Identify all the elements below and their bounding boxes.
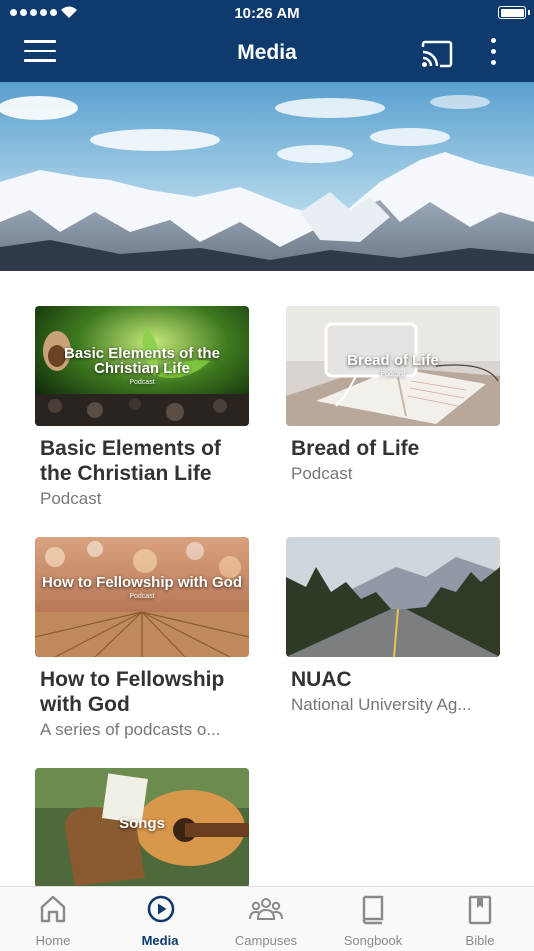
thumbnail-subtitle: Podcast <box>380 371 406 378</box>
media-card-title: Basic Elements of the Christian Life <box>40 437 221 485</box>
tab-songbook[interactable]: Songbook <box>320 887 426 951</box>
media-thumbnail: How to Fellowship with God Podcast <box>35 537 249 657</box>
media-card-subtitle: National University Ag... <box>291 695 472 714</box>
media-card-subtitle: Podcast <box>40 489 102 508</box>
media-thumbnail <box>286 537 500 657</box>
people-group-icon <box>249 898 283 920</box>
status-bar: 10:26 AM <box>0 0 534 28</box>
book-icon <box>362 895 384 925</box>
media-card-fellowship[interactable]: How to Fellowship with God Podcast How t… <box>35 537 249 741</box>
media-card-title: How to Fellowship with God <box>40 668 225 716</box>
media-card-nuac[interactable]: NUAC National University Ag... <box>286 537 500 716</box>
media-card-title: NUAC <box>291 668 352 691</box>
media-card-songs[interactable]: Songs <box>35 768 249 888</box>
thumbnail-title: Songs <box>119 815 165 832</box>
media-card-basic-elements[interactable]: Basic Elements of the Christian Life Pod… <box>35 306 249 510</box>
more-options-button[interactable] <box>486 38 500 72</box>
tab-campuses[interactable]: Campuses <box>213 887 319 951</box>
tab-label: Home <box>35 933 71 948</box>
top-bar: 10:26 AM Media <box>0 0 534 82</box>
bookmark-book-icon <box>468 895 492 925</box>
thumbnail-subtitle: Podcast <box>129 379 155 386</box>
home-icon <box>40 895 66 923</box>
status-time: 10:26 AM <box>234 5 300 22</box>
tab-label: Campuses <box>234 933 298 948</box>
battery-icon <box>498 6 530 19</box>
cast-icon[interactable] <box>420 40 454 68</box>
tab-bible[interactable]: Bible <box>427 887 533 951</box>
play-circle-icon <box>147 895 175 923</box>
media-card-title: Bread of Life <box>291 437 420 460</box>
hero-banner-image <box>0 82 534 271</box>
media-thumbnail: Bread of Life Podcast <box>286 306 500 426</box>
tab-label: Bible <box>465 933 495 948</box>
bottom-tab-bar: Home Media Campuses Songbook Bible <box>0 886 534 951</box>
media-thumbnail: Songs <box>35 768 249 888</box>
media-thumbnail: Basic Elements of the Christian Life Pod… <box>35 306 249 426</box>
thumbnail-title: Bread of Life <box>347 352 439 369</box>
media-card-bread-of-life[interactable]: Bread of Life Podcast Bread of Life Podc… <box>286 306 500 485</box>
thumbnail-title: How to Fellowship with God <box>42 574 242 591</box>
thumbnail-subtitle: Podcast <box>129 593 155 600</box>
media-card-subtitle: Podcast <box>291 464 353 483</box>
tab-label: Songbook <box>343 933 403 948</box>
thumbnail-title: Basic Elements of the Christian Life <box>64 345 220 377</box>
media-card-subtitle: A series of podcasts o... <box>40 720 221 739</box>
more-vert-icon <box>490 38 496 43</box>
tab-home[interactable]: Home <box>0 887 106 951</box>
tab-media[interactable]: Media <box>107 887 213 951</box>
tab-label: Media <box>141 933 179 948</box>
